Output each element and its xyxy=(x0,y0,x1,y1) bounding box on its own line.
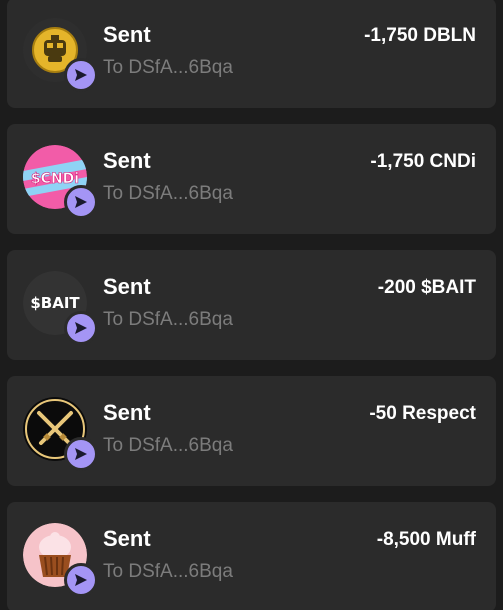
token-avatar xyxy=(23,523,98,597)
transaction-title: Sent xyxy=(103,400,151,425)
send-icon xyxy=(64,437,98,471)
transaction-recipient: To DSfA...6Bqa xyxy=(103,435,233,456)
transaction-recipient: To DSfA...6Bqa xyxy=(103,561,233,582)
transaction-row[interactable]: $BAIT Sent To DSfA...6Bqa -200 $BAIT xyxy=(7,250,496,360)
transaction-amount: -1,750 CNDi xyxy=(370,151,476,172)
transaction-amount: -8,500 Muff xyxy=(376,529,476,550)
token-avatar xyxy=(23,18,98,92)
send-icon xyxy=(64,563,98,597)
token-avatar xyxy=(23,397,98,471)
transaction-recipient: To DSfA...6Bqa xyxy=(103,57,233,78)
transaction-title: Sent xyxy=(103,22,151,47)
transaction-row[interactable]: Sent To DSfA...6Bqa -8,500 Muff xyxy=(7,502,496,610)
token-avatar: $CNDi xyxy=(23,145,98,219)
send-icon xyxy=(64,58,98,92)
send-icon xyxy=(64,311,98,345)
activity-list: Sent To DSfA...6Bqa -1,750 DBLN $CNDi Se… xyxy=(0,0,503,610)
transaction-title: Sent xyxy=(103,148,151,173)
transaction-row[interactable]: $CNDi Sent To DSfA...6Bqa -1,750 CNDi xyxy=(7,124,496,234)
transaction-amount: -1,750 DBLN xyxy=(364,25,476,46)
transaction-row[interactable]: Sent To DSfA...6Bqa -50 Respect xyxy=(7,376,496,486)
token-avatar: $BAIT xyxy=(23,271,98,345)
transaction-recipient: To DSfA...6Bqa xyxy=(103,183,233,204)
transaction-amount: -50 Respect xyxy=(369,403,476,424)
transaction-amount: -200 $BAIT xyxy=(377,277,476,298)
transaction-recipient: To DSfA...6Bqa xyxy=(103,309,233,330)
transaction-title: Sent xyxy=(103,274,151,299)
svg-text:$CNDi: $CNDi xyxy=(31,171,79,187)
svg-text:$BAIT: $BAIT xyxy=(30,294,80,312)
transaction-row[interactable]: Sent To DSfA...6Bqa -1,750 DBLN xyxy=(7,0,496,108)
send-icon xyxy=(64,185,98,219)
transaction-title: Sent xyxy=(103,526,151,551)
